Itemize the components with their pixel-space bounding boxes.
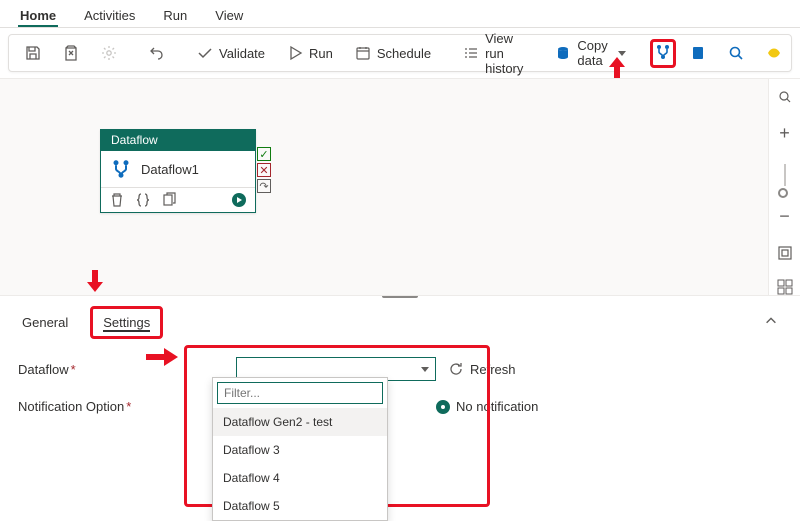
tab-run[interactable]: Run	[161, 4, 189, 27]
collapse-pane-button[interactable]	[764, 314, 782, 331]
pipeline-canvas[interactable]: Dataflow Dataflow1 ✓ ✕ ↷ + −	[0, 78, 800, 296]
copilot-icon	[766, 45, 782, 61]
canvas-side-panel: + −	[768, 79, 800, 295]
node-type-label: Dataflow	[101, 129, 255, 151]
dropdown-option[interactable]: Dataflow 4	[213, 464, 387, 492]
tab-settings[interactable]: Settings	[90, 306, 163, 339]
copy-label: Copy data	[577, 38, 607, 68]
branch-icon	[655, 44, 671, 60]
dropdown-option[interactable]: Dataflow 3	[213, 436, 387, 464]
dropdown-option[interactable]: Dataflow 5	[213, 492, 387, 520]
tab-activities[interactable]: Activities	[82, 4, 137, 27]
zoom-slider[interactable]	[784, 164, 786, 186]
status-skip-icon: ↷	[257, 179, 271, 193]
settings-panel: Dataflow* Refresh Notification Option* N…	[0, 343, 800, 446]
save-icon	[25, 45, 41, 61]
dataflow-activity-node[interactable]: Dataflow Dataflow1	[100, 129, 256, 213]
run-label: Run	[309, 46, 333, 61]
discard-button[interactable]	[55, 41, 87, 65]
schedule-label: Schedule	[377, 46, 431, 61]
history-label: View run history	[485, 31, 523, 76]
callout-arrow-right	[146, 343, 178, 375]
validate-button[interactable]: Validate	[189, 41, 273, 65]
toolbar-wrap: Validate Run Schedule View run history C…	[0, 28, 800, 78]
status-fail-icon: ✕	[257, 163, 271, 177]
branch-icon	[111, 159, 131, 179]
gear-icon	[101, 45, 117, 61]
callout-arrow-down	[85, 267, 105, 299]
minimap-icon[interactable]	[777, 279, 793, 295]
run-button[interactable]: Run	[279, 41, 341, 65]
copilot-button[interactable]	[758, 41, 790, 65]
settings-tabbar: General Settings	[0, 298, 800, 343]
status-success-icon: ✓	[257, 147, 271, 161]
delete-icon[interactable]	[109, 192, 125, 208]
braces-icon[interactable]	[135, 192, 151, 208]
tab-home[interactable]: Home	[18, 4, 58, 27]
database-icon	[555, 45, 571, 61]
zoom-in-button[interactable]: +	[779, 123, 790, 144]
run-node-icon[interactable]	[231, 192, 247, 208]
play-icon	[287, 45, 303, 61]
search-button[interactable]	[720, 41, 752, 65]
dataflow-label: Dataflow*	[18, 362, 158, 377]
schedule-button[interactable]: Schedule	[347, 41, 439, 65]
dataflow-activity-button[interactable]	[650, 39, 676, 68]
search-icon	[728, 45, 744, 61]
save-button[interactable]	[17, 41, 49, 65]
notebook-icon	[690, 45, 706, 61]
undo-button[interactable]	[141, 41, 173, 65]
zoom-out-button[interactable]: −	[779, 206, 790, 227]
tab-general[interactable]: General	[18, 309, 72, 336]
copy-icon[interactable]	[161, 192, 177, 208]
zoom-search-icon[interactable]	[777, 89, 793, 105]
toolbar: Validate Run Schedule View run history C…	[8, 34, 792, 72]
check-icon	[197, 45, 213, 61]
settings-gear-button[interactable]	[93, 41, 125, 65]
tab-view[interactable]: View	[213, 4, 245, 27]
notification-label: Notification Option*	[18, 399, 158, 414]
discard-icon	[63, 45, 79, 61]
fit-screen-icon[interactable]	[777, 245, 793, 261]
list-icon	[463, 45, 479, 61]
top-tabbar: Home Activities Run View	[0, 0, 800, 28]
dropdown-filter-input[interactable]	[217, 382, 383, 404]
calendar-icon	[355, 45, 371, 61]
dropdown-option[interactable]: Dataflow Gen2 - test	[213, 408, 387, 436]
undo-icon	[149, 45, 165, 61]
history-button[interactable]: View run history	[455, 27, 531, 80]
notebook-button[interactable]	[682, 41, 714, 65]
validate-label: Validate	[219, 46, 265, 61]
node-status-icons: ✓ ✕ ↷	[257, 147, 271, 193]
dataflow-dropdown: Dataflow Gen2 - test Dataflow 3 Dataflow…	[212, 377, 388, 521]
chevron-down-icon	[618, 51, 626, 56]
node-name: Dataflow1	[141, 162, 199, 177]
